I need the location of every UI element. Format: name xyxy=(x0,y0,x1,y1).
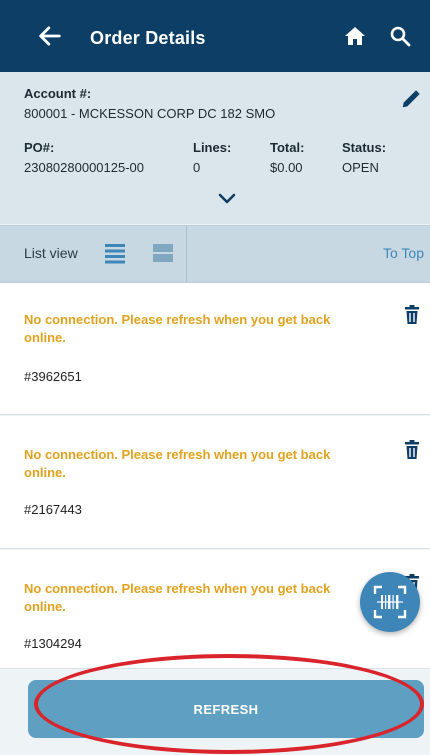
scan-button[interactable] xyxy=(360,572,420,632)
account-value: 800001 - MCKESSON CORP DC 182 SMO xyxy=(24,106,276,121)
total-value: $0.00 xyxy=(270,160,303,175)
page-title: Order Details xyxy=(90,28,206,48)
order-info-panel: Account #: 800001 - MCKESSON CORP DC 182… xyxy=(0,72,430,224)
po-value: 23080280000125-00 xyxy=(24,160,145,175)
search-icon[interactable] xyxy=(388,24,412,48)
order-number: #3962651 xyxy=(24,369,82,384)
connection-warning: No connection. Please refresh when you g… xyxy=(24,581,331,614)
order-number: #2167443 xyxy=(24,502,82,517)
status-value: OPEN xyxy=(342,160,379,175)
pencil-icon[interactable] xyxy=(400,88,422,110)
total-label: Total: xyxy=(270,140,305,155)
to-top-link[interactable]: To Top xyxy=(383,245,424,261)
connection-warning: No connection. Please refresh when you g… xyxy=(24,447,331,480)
refresh-button[interactable]: REFRESH xyxy=(28,680,424,738)
account-label: Account #: xyxy=(24,86,92,101)
lines-value: 0 xyxy=(193,160,201,175)
arrow-left-icon[interactable] xyxy=(36,22,64,50)
barcode-scan-icon xyxy=(373,585,407,619)
connection-warning: No connection. Please refresh when you g… xyxy=(24,312,331,345)
status-label: Status: xyxy=(342,140,387,155)
chevron-down-icon[interactable] xyxy=(217,192,237,206)
list-view-bar: List view To Top xyxy=(0,225,430,283)
trash-icon[interactable] xyxy=(404,440,420,460)
lines-label: Lines: xyxy=(193,140,232,155)
home-icon[interactable] xyxy=(343,24,367,48)
order-number: #1304294 xyxy=(24,636,82,651)
card-view-icon[interactable] xyxy=(152,242,174,264)
list-view-label: List view xyxy=(24,245,78,261)
list-view-icon[interactable] xyxy=(104,242,126,264)
trash-icon[interactable] xyxy=(404,305,420,325)
po-label: PO#: xyxy=(24,140,55,155)
list-item[interactable]: No connection. Please refresh when you g… xyxy=(0,416,430,549)
divider xyxy=(186,226,187,282)
app-header: Order Details xyxy=(0,0,430,72)
list-item[interactable]: No connection. Please refresh when you g… xyxy=(0,283,430,415)
